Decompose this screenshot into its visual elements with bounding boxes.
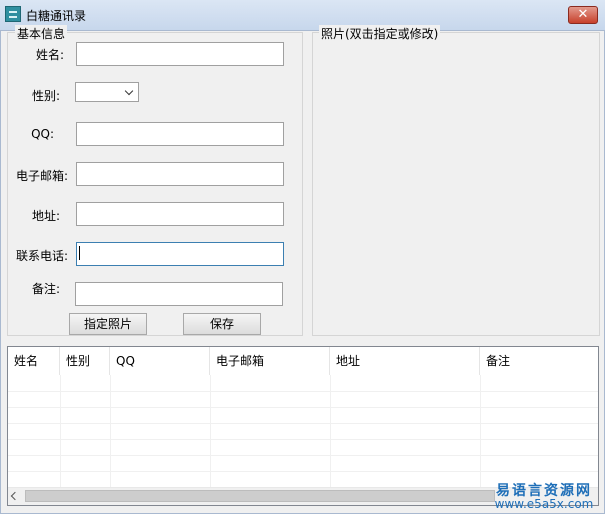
watermark: 易语言资源网 www.e5a5x.com [487,480,601,512]
phone-input[interactable] [76,242,284,266]
column-header-name[interactable]: 姓名 [8,347,60,375]
column-header-email[interactable]: 电子邮箱 [210,347,330,375]
remark-input[interactable] [75,282,283,306]
name-input[interactable] [76,42,284,66]
name-label: 姓名: [35,48,64,62]
basic-info-title: 基本信息 [15,25,68,42]
column-header-remark[interactable]: 备注 [480,347,598,375]
email-label: 电子邮箱: [15,169,68,183]
scrollbar-thumb[interactable] [25,490,495,502]
qq-input[interactable] [76,122,284,146]
phone-label: 联系电话: [15,249,68,263]
table-row [8,375,598,392]
app-icon [5,6,21,22]
column-divider [60,375,61,487]
column-divider [110,375,111,487]
photo-group[interactable]: 照片(双击指定或修改) [312,25,600,336]
table-header: 姓名 性别 QQ 电子邮箱 地址 备注 [8,347,598,375]
set-photo-button[interactable]: 指定照片 [69,313,147,335]
table-row [8,423,598,440]
gender-label: 性别: [31,89,60,103]
photo-title: 照片(双击指定或修改) [319,25,441,42]
table-row [8,391,598,408]
table-row [8,455,598,472]
column-divider [210,375,211,487]
close-button[interactable]: ✕ [568,6,598,24]
window-title: 白糖通讯录 [26,9,87,23]
column-divider [330,375,331,487]
address-label: 地址: [31,209,60,223]
text-caret [79,246,80,260]
gender-select[interactable] [75,82,139,102]
email-input[interactable] [76,162,284,186]
column-divider [480,375,481,487]
scroll-left-icon[interactable] [10,491,20,501]
column-header-qq[interactable]: QQ [110,347,210,375]
qq-label: QQ: [31,127,54,141]
table-row [8,439,598,456]
table-row [8,407,598,424]
column-header-gender[interactable]: 性别 [60,347,110,375]
save-button[interactable]: 保存 [183,313,261,335]
remark-label: 备注: [31,282,60,296]
address-input[interactable] [76,202,284,226]
column-header-address[interactable]: 地址 [330,347,480,375]
chevron-down-icon [124,86,134,96]
watermark-url: www.e5a5x.com [494,497,594,511]
title-bar: 白糖通讯录 ✕ [0,0,605,31]
